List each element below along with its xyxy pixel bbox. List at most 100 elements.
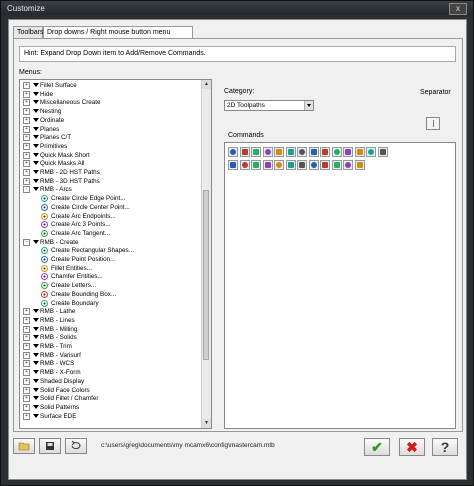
tree-menu-item[interactable]: + RMB - 2D HST Paths bbox=[20, 168, 200, 177]
close-button[interactable]: x bbox=[449, 3, 467, 15]
transform-icon[interactable] bbox=[331, 147, 342, 157]
tree-menu-item[interactable]: + Surface EDE bbox=[20, 412, 200, 421]
chevron-down-icon[interactable] bbox=[304, 101, 313, 110]
collapse-icon[interactable]: - bbox=[23, 186, 30, 194]
category-select[interactable]: 2D Toolpaths bbox=[224, 100, 314, 111]
engrave-icon[interactable] bbox=[320, 147, 330, 157]
facing-toolpath-icon[interactable] bbox=[262, 147, 273, 157]
drill-toolpath-icon[interactable] bbox=[239, 147, 250, 157]
tree-command-item[interactable]: Fillet Entities... bbox=[20, 264, 200, 273]
reset-button[interactable] bbox=[65, 438, 87, 454]
tree-menu-item[interactable]: + Planes C/T bbox=[20, 133, 200, 142]
scroll-down-icon[interactable]: ▼ bbox=[202, 419, 211, 428]
tree-menu-item[interactable]: + RMB - Lines bbox=[20, 316, 200, 325]
expand-icon[interactable]: + bbox=[23, 151, 30, 159]
lofted-icon[interactable] bbox=[297, 160, 307, 170]
expand-icon[interactable]: + bbox=[23, 386, 30, 394]
helix-bore-icon[interactable] bbox=[285, 147, 296, 157]
expand-icon[interactable]: + bbox=[23, 395, 30, 403]
tree-command-item[interactable]: Create Boundary bbox=[20, 299, 200, 308]
tree-menu-item[interactable]: + Fillet Surface bbox=[20, 81, 200, 90]
tree-command-item[interactable]: Create Circle Center Point... bbox=[20, 203, 200, 212]
area-mill-icon[interactable] bbox=[377, 147, 388, 157]
peel-mill-icon[interactable] bbox=[343, 147, 353, 157]
dynamic-mill-icon[interactable] bbox=[366, 147, 376, 157]
tree-menu-item[interactable]: - RMB - Arcs bbox=[20, 185, 200, 194]
expand-icon[interactable]: + bbox=[23, 369, 30, 377]
tree-command-item[interactable]: Chamfer Entities... bbox=[20, 272, 200, 281]
separator-button[interactable] bbox=[426, 117, 440, 130]
swept-2d-icon[interactable] bbox=[274, 160, 284, 170]
contour-toolpath-icon[interactable] bbox=[228, 147, 238, 157]
expand-icon[interactable]: + bbox=[23, 343, 30, 350]
tree-menu-item[interactable]: + RMB - Solids bbox=[20, 333, 200, 342]
tree-menu-item[interactable]: + Shaded Display bbox=[20, 377, 200, 386]
tree-command-item[interactable]: Create Circle Edge Point... bbox=[20, 194, 200, 203]
tree-menu-item[interactable]: + Solid Face Colors bbox=[20, 386, 200, 395]
expand-icon[interactable]: + bbox=[23, 160, 30, 168]
tree-menu-item[interactable]: + RMB - Varisurf bbox=[20, 351, 200, 360]
block-drill-icon[interactable] bbox=[354, 147, 365, 157]
tree-menu-item[interactable]: + RMB - WCS bbox=[20, 359, 200, 368]
wireframe-icon[interactable] bbox=[343, 160, 353, 170]
point-toolpath-icon[interactable] bbox=[331, 160, 342, 170]
slot-mill-icon[interactable] bbox=[308, 147, 319, 157]
open-button[interactable] bbox=[13, 438, 35, 454]
tree-menu-item[interactable]: + Planes bbox=[20, 125, 200, 134]
expand-icon[interactable]: + bbox=[23, 142, 30, 150]
expand-icon[interactable]: + bbox=[23, 108, 30, 116]
expand-icon[interactable]: + bbox=[23, 377, 30, 385]
tree-menu-item[interactable]: + Quick Masks All bbox=[20, 159, 200, 168]
expand-icon[interactable]: + bbox=[23, 82, 30, 89]
scroll-up-icon[interactable]: ▲ bbox=[202, 80, 211, 89]
tree-menu-item[interactable]: + Quick Mask Short bbox=[20, 151, 200, 160]
expand-icon[interactable]: + bbox=[23, 169, 30, 176]
tree-menu-item[interactable]: + RMB - Lathe bbox=[20, 307, 200, 316]
model-chamfer-icon[interactable] bbox=[239, 160, 250, 170]
expand-icon[interactable]: + bbox=[23, 325, 30, 333]
chamfer-drill-icon[interactable] bbox=[228, 160, 238, 170]
revolved-icon[interactable] bbox=[285, 160, 296, 170]
feature-drill-icon[interactable] bbox=[251, 160, 261, 170]
tree-menu-item[interactable]: + Ordinate bbox=[20, 116, 200, 125]
scroll-thumb[interactable] bbox=[203, 190, 209, 360]
tree-menu-item[interactable]: + Solid Fillet / Chamfer bbox=[20, 394, 200, 403]
tree-menu-item[interactable]: - RMB - Create bbox=[20, 238, 200, 247]
tree-menu-item[interactable]: + RMB - Milling bbox=[20, 325, 200, 334]
tree-menu-item[interactable]: + RMB - X-Form bbox=[20, 368, 200, 377]
expand-icon[interactable]: + bbox=[23, 412, 30, 420]
tree-menu-item[interactable]: + RMB - 3D HST Paths bbox=[20, 177, 200, 186]
tree-scrollbar[interactable]: ▲ ▼ bbox=[201, 80, 211, 428]
save-button[interactable] bbox=[39, 438, 61, 454]
tree-menu-item[interactable]: + RMB - Trim bbox=[20, 342, 200, 351]
tree-menu-item[interactable]: + Primitives bbox=[20, 142, 200, 151]
expand-icon[interactable]: + bbox=[23, 334, 30, 342]
tree-menu-item[interactable]: + Solid Patterns bbox=[20, 403, 200, 412]
cancel-button[interactable]: ✖ bbox=[399, 438, 425, 456]
thread-mill-icon[interactable] bbox=[297, 147, 307, 157]
tree-command-item[interactable]: Create Rectangular Shapes... bbox=[20, 246, 200, 255]
expand-icon[interactable]: + bbox=[23, 90, 30, 98]
menus-tree[interactable]: + Surface EDE + Solid Patterns + Solid Fillet… bbox=[19, 79, 212, 429]
expand-icon[interactable]: + bbox=[23, 360, 30, 368]
multi-pass-icon[interactable] bbox=[262, 160, 273, 170]
help-button[interactable]: ? bbox=[432, 438, 458, 456]
pocket-toolpath-icon[interactable] bbox=[251, 147, 261, 157]
expand-icon[interactable]: + bbox=[23, 116, 30, 124]
ok-button[interactable]: ✔ bbox=[364, 438, 390, 456]
expand-icon[interactable]: + bbox=[23, 134, 30, 142]
expand-icon[interactable]: + bbox=[23, 99, 30, 107]
tree-command-item[interactable]: Create Letters... bbox=[20, 281, 200, 290]
tree-command-item[interactable]: Create Arc Endpoints... bbox=[20, 212, 200, 221]
tab-toolbars[interactable]: Toolbars bbox=[13, 26, 43, 38]
circle-mill-icon[interactable] bbox=[274, 147, 284, 157]
expand-icon[interactable]: + bbox=[23, 351, 30, 359]
collapse-icon[interactable]: - bbox=[23, 238, 30, 246]
trim-toolpath-icon[interactable] bbox=[354, 160, 365, 170]
tree-command-item[interactable]: Create Arc Tangent... bbox=[20, 229, 200, 238]
expand-icon[interactable]: + bbox=[23, 316, 30, 324]
expand-icon[interactable]: + bbox=[23, 308, 30, 316]
expand-icon[interactable]: + bbox=[23, 177, 30, 185]
tree-menu-item[interactable]: + Hide bbox=[20, 90, 200, 99]
tree-command-item[interactable]: Create Point Position... bbox=[20, 255, 200, 264]
